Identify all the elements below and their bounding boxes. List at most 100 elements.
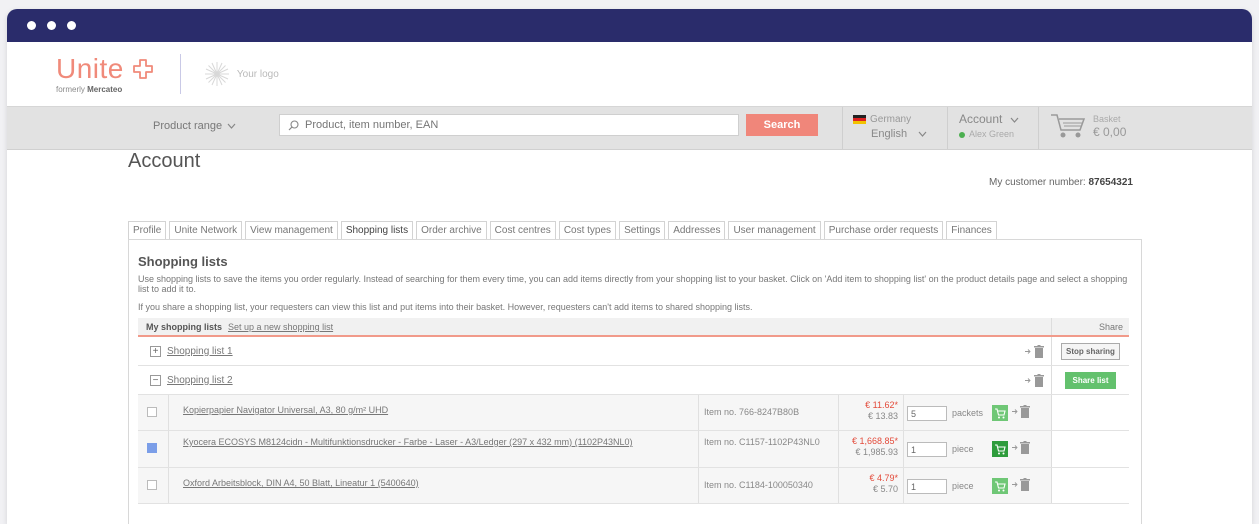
cell-divider [903, 468, 904, 503]
chevron-down-icon [1010, 117, 1019, 123]
item-actions [1012, 405, 1030, 418]
item-checkbox[interactable] [147, 443, 157, 453]
tab-purchase-order-requests[interactable]: Purchase order requests [823, 221, 944, 239]
shopping-lists-table: My shopping lists Set up a new shopping … [138, 318, 1129, 504]
cell-divider [903, 395, 904, 430]
item-name-link[interactable]: Kopierpapier Navigator Universal, A3, 80… [183, 405, 683, 415]
basket-button[interactable]: Basket € 0,00 [1049, 112, 1126, 140]
list-name-link[interactable]: Shopping list 2 [167, 375, 233, 386]
list-name-link[interactable]: Shopping list 1 [167, 346, 233, 357]
shopping-lists-panel: Shopping lists Use shopping lists to sav… [128, 239, 1142, 524]
nav-divider [842, 107, 843, 149]
item-number: Item no. C1184-100050340 [704, 480, 813, 490]
account-menu[interactable]: Account Alex Green [959, 112, 1019, 142]
window-titlebar [7, 9, 1252, 42]
collapse-icon[interactable]: − [150, 374, 161, 386]
quantity-input[interactable] [907, 479, 947, 494]
add-to-basket-button[interactable] [992, 441, 1008, 457]
item-checkbox[interactable] [147, 407, 157, 417]
tab-unite-network[interactable]: Unite Network [169, 221, 243, 239]
move-arrow-icon[interactable] [1025, 348, 1032, 355]
cell-divider [698, 395, 699, 430]
nav-divider [947, 107, 948, 149]
move-arrow-icon[interactable] [1012, 408, 1019, 415]
table-row: Kyocera ECOSYS M8124cidn - Multifunktion… [138, 431, 1129, 468]
main-navbar: Product range Search Germany English Acc… [7, 106, 1252, 150]
trash-icon[interactable] [1020, 441, 1030, 454]
window-minimize-dot[interactable] [47, 21, 56, 30]
cell-divider [168, 431, 169, 467]
item-name-link[interactable]: Kyocera ECOSYS M8124cidn - Multifunktion… [183, 437, 683, 447]
unite-logo-icon [132, 58, 153, 79]
share-column-header: Share [1098, 321, 1123, 332]
cell-divider [698, 468, 699, 503]
cart-icon [995, 407, 1006, 418]
list-row: + Shopping list 1 Stop sharing [138, 337, 1129, 366]
search-box[interactable] [279, 114, 739, 136]
trash-icon[interactable] [1020, 405, 1030, 418]
tab-view-management[interactable]: View management [245, 221, 338, 239]
quantity-unit: piece [952, 481, 974, 491]
list-actions [1025, 345, 1044, 358]
tab-order-archive[interactable]: Order archive [416, 221, 487, 239]
search-button[interactable]: Search [746, 114, 818, 136]
setup-new-list-link[interactable]: Set up a new shopping list [228, 322, 333, 332]
item-name-link[interactable]: Oxford Arbeitsblock, DIN A4, 50 Blatt, L… [183, 478, 683, 488]
trash-icon[interactable] [1020, 478, 1030, 491]
section-note: If you share a shopping list, your reque… [138, 302, 753, 312]
cell-divider [168, 395, 169, 430]
your-logo-text: Your logo [236, 68, 279, 80]
tab-settings[interactable]: Settings [619, 221, 666, 239]
logo-text: Unite [56, 52, 124, 84]
window-maximize-dot[interactable] [67, 21, 76, 30]
customer-number: My customer number: 87654321 [989, 177, 1133, 188]
browser-window: Unite formerly Mercateo Your logo Produc… [7, 9, 1252, 524]
tab-cost-centres[interactable]: Cost centres [489, 221, 556, 239]
tab-profile[interactable]: Profile [128, 221, 167, 239]
basket-cart-icon [1051, 114, 1086, 138]
add-to-basket-button[interactable] [992, 405, 1008, 421]
item-checkbox[interactable] [147, 480, 157, 490]
item-actions [1012, 478, 1030, 491]
tab-shopping-lists[interactable]: Shopping lists [340, 221, 414, 239]
table-row: Kopierpapier Navigator Universal, A3, 80… [138, 395, 1129, 431]
search-icon [288, 119, 299, 130]
window-close-dot[interactable] [27, 21, 36, 30]
tab-user-management[interactable]: User management [728, 221, 821, 239]
tab-cost-types[interactable]: Cost types [558, 221, 617, 239]
item-price: € 11.62* € 13.83 [865, 400, 898, 421]
table-row: Oxford Arbeitsblock, DIN A4, 50 Blatt, L… [138, 468, 1129, 504]
cell-divider [838, 431, 839, 467]
section-description: Use shopping lists to save the items you… [138, 274, 1128, 294]
cell-divider [903, 431, 904, 467]
add-to-basket-button[interactable] [992, 478, 1008, 494]
brand-bar: Unite formerly Mercateo Your logo [7, 42, 1252, 106]
trash-icon[interactable] [1034, 374, 1044, 387]
quantity-input[interactable] [907, 442, 947, 457]
product-range-menu[interactable]: Product range [153, 120, 236, 132]
stop-sharing-button[interactable]: Stop sharing [1061, 342, 1120, 360]
quantity-input[interactable] [907, 406, 947, 421]
my-shopping-lists-label: My shopping lists [146, 321, 223, 332]
item-number: Item no. 766-8247B80B [704, 407, 800, 417]
tab-finances[interactable]: Finances [946, 221, 997, 239]
cell-divider [698, 431, 699, 467]
list-items: Kopierpapier Navigator Universal, A3, 80… [138, 395, 1129, 504]
tab-addresses[interactable]: Addresses [668, 221, 726, 239]
cell-divider [168, 468, 169, 503]
share-column-cell [1051, 468, 1129, 503]
move-arrow-icon[interactable] [1012, 481, 1019, 488]
table-header: My shopping lists Set up a new shopping … [138, 318, 1129, 337]
country-language-selector[interactable]: Germany English [853, 113, 927, 141]
share-list-button[interactable]: Share list [1065, 371, 1116, 389]
account-content: Account My customer number: 87654321 Pro… [128, 150, 1142, 524]
move-arrow-icon[interactable] [1012, 444, 1019, 451]
account-tabs: Profile Unite Network View management Sh… [128, 221, 997, 239]
unite-logo[interactable]: Unite formerly Mercateo [56, 52, 154, 94]
expand-icon[interactable]: + [150, 345, 161, 357]
germany-flag-icon [853, 114, 866, 124]
sunburst-icon [204, 62, 229, 86]
move-arrow-icon[interactable] [1025, 377, 1032, 384]
trash-icon[interactable] [1034, 345, 1044, 358]
search-input[interactable] [305, 119, 725, 131]
